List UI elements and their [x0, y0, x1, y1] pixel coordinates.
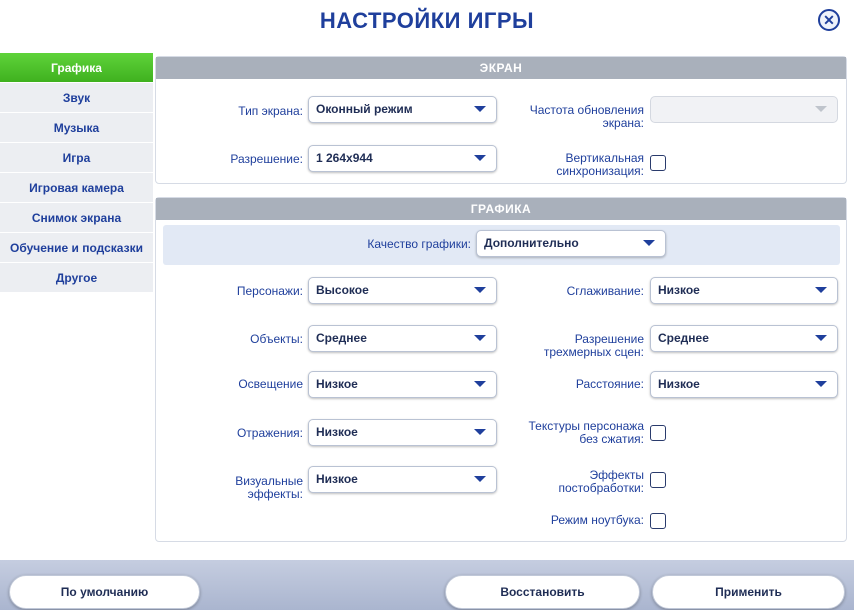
chevron-down-icon — [474, 335, 486, 341]
visual-effects-label: Визуальные эффекты: — [235, 475, 303, 501]
post-processing-label: Эффекты постобработки: — [559, 469, 645, 495]
sidebar-item-sound[interactable]: Звук — [0, 83, 153, 112]
visual-effects-dropdown[interactable]: Низкое — [308, 466, 497, 493]
sidebar-item-tutorial[interactable]: Обучение и подсказки — [0, 233, 153, 262]
resolution-value: 1 264x944 — [316, 151, 373, 165]
objects-value: Среднее — [316, 331, 367, 345]
scene-resolution-dropdown[interactable]: Среднее — [650, 325, 838, 352]
scene-resolution-value: Среднее — [658, 331, 709, 345]
sims-label: Персонажи: — [236, 284, 303, 298]
distance-dropdown[interactable]: Низкое — [650, 371, 838, 398]
page-title: НАСТРОЙКИ ИГРЫ — [319, 8, 535, 33]
sidebar-item-screenshot[interactable]: Снимок экрана — [0, 203, 153, 232]
vsync-label: Вертикальная синхронизация: — [556, 152, 644, 178]
chevron-down-icon — [815, 381, 827, 387]
objects-dropdown[interactable]: Среднее — [308, 325, 497, 352]
display-type-dropdown[interactable]: Оконный режим — [308, 96, 497, 123]
quality-value: Дополнительно — [484, 236, 579, 250]
post-processing-checkbox[interactable] — [650, 472, 666, 488]
visual-effects-label-line2: эффекты: — [247, 487, 303, 501]
vsync-label-line2: синхронизация: — [556, 164, 644, 178]
resolution-label: Разрешение: — [230, 152, 303, 166]
refresh-rate-label: Частота обновления экрана: — [530, 104, 644, 130]
visual-effects-value: Низкое — [316, 472, 358, 486]
distance-value: Низкое — [658, 377, 700, 391]
close-icon[interactable]: ✕ — [818, 9, 840, 31]
display-type-label: Тип экрана: — [238, 104, 303, 118]
antialias-label: Сглаживание: — [566, 284, 644, 298]
laptop-mode-checkbox[interactable] — [650, 513, 666, 529]
sidebar-item-game[interactable]: Игра — [0, 143, 153, 172]
chevron-down-icon — [643, 240, 655, 246]
apply-button[interactable]: Применить — [652, 575, 845, 609]
sidebar-item-other[interactable]: Другое — [0, 263, 153, 292]
post-processing-label-line2: постобработки: — [558, 481, 645, 495]
reflections-dropdown[interactable]: Низкое — [308, 419, 497, 446]
lighting-dropdown[interactable]: Низкое — [308, 371, 497, 398]
lighting-label: Освещение — [238, 377, 303, 391]
chevron-down-icon — [474, 429, 486, 435]
sims-value: Высокое — [316, 283, 369, 297]
display-type-value: Оконный режим — [316, 102, 413, 116]
uncompressed-textures-checkbox[interactable] — [650, 425, 666, 441]
defaults-button[interactable]: По умолчанию — [9, 575, 200, 609]
chevron-down-icon — [815, 106, 827, 112]
scene-resolution-label: Разрешение трехмерных сцен: — [544, 333, 644, 359]
antialias-dropdown[interactable]: Низкое — [650, 277, 838, 304]
objects-label: Объекты: — [250, 332, 303, 346]
refresh-rate-label-line2: экрана: — [602, 116, 644, 130]
scene-resolution-label-line2: трехмерных сцен: — [543, 345, 644, 359]
chevron-down-icon — [815, 335, 827, 341]
sidebar-item-camera[interactable]: Игровая камера — [0, 173, 153, 202]
lighting-value: Низкое — [316, 377, 358, 391]
reflections-label: Отражения: — [236, 426, 303, 440]
quality-label: Качество графики: — [367, 237, 471, 251]
quality-dropdown[interactable]: Дополнительно — [476, 230, 666, 257]
screen-panel-header: ЭКРАН — [156, 57, 846, 79]
chevron-down-icon — [474, 381, 486, 387]
chevron-down-icon — [474, 155, 486, 161]
restore-button[interactable]: Восстановить — [445, 575, 640, 609]
chevron-down-icon — [474, 476, 486, 482]
uncompressed-textures-label-line2: без сжатия: — [579, 432, 644, 446]
chevron-down-icon — [474, 287, 486, 293]
laptop-mode-label: Режим ноутбука: — [550, 513, 644, 527]
vsync-checkbox[interactable] — [650, 155, 666, 171]
chevron-down-icon — [815, 287, 827, 293]
distance-label: Расстояние: — [575, 377, 644, 391]
refresh-rate-dropdown[interactable] — [650, 96, 838, 123]
reflections-value: Низкое — [316, 425, 358, 439]
resolution-dropdown[interactable]: 1 264x944 — [308, 145, 497, 172]
graphics-panel-header: ГРАФИКА — [156, 198, 846, 220]
antialias-value: Низкое — [658, 283, 700, 297]
sidebar: Графика Звук Музыка Игра Игровая камера … — [0, 53, 153, 293]
sidebar-item-music[interactable]: Музыка — [0, 113, 153, 142]
sidebar-item-graphics[interactable]: Графика — [0, 53, 153, 82]
chevron-down-icon — [474, 106, 486, 112]
sims-dropdown[interactable]: Высокое — [308, 277, 497, 304]
uncompressed-textures-label: Текстуры персонажа без сжатия: — [529, 420, 645, 446]
